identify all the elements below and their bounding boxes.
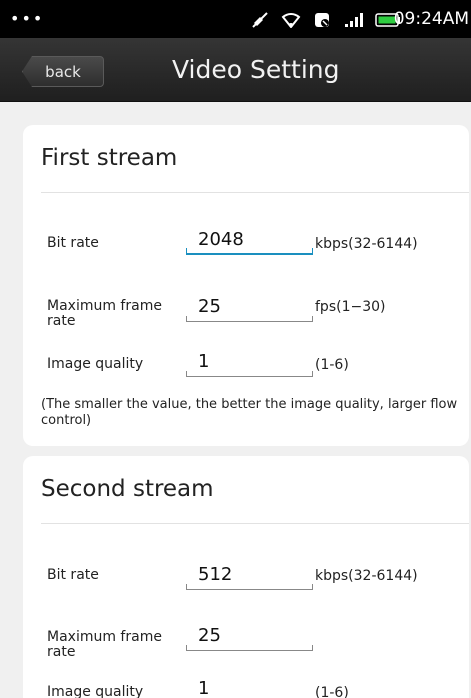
app-header: back Video Setting xyxy=(0,38,471,102)
field-value: 25 xyxy=(198,296,221,317)
status-icons xyxy=(251,10,401,30)
field-value: 1 xyxy=(198,351,210,372)
bit-rate-label: Bit rate xyxy=(47,235,99,251)
first-stream-card: First stream Bit rate 2048 kbps(32-6144)… xyxy=(23,125,469,446)
divider xyxy=(41,523,469,524)
first-frame-rate-input[interactable]: 25 xyxy=(186,296,313,322)
first-bit-rate-input[interactable]: 2048 xyxy=(186,229,313,255)
page-title: Video Setting xyxy=(172,55,340,84)
second-stream-title: Second stream xyxy=(41,476,214,502)
frame-rate-unit: fps(1−30) xyxy=(315,299,386,315)
second-stream-card: Second stream Bit rate 512 kbps(32-6144)… xyxy=(23,456,469,698)
mute-icon xyxy=(251,11,269,29)
first-stream-title: First stream xyxy=(41,145,178,171)
notification-dots: ••• xyxy=(10,9,45,28)
second-image-quality-input[interactable]: 1 xyxy=(186,678,313,698)
wifi-icon xyxy=(281,12,301,28)
image-quality-unit: (1-6) xyxy=(315,685,349,698)
status-time: 09:24AM xyxy=(393,9,469,29)
max-frame-rate-label: Maximum frame rate xyxy=(47,299,162,327)
max-frame-rate-label: Maximum frame rate xyxy=(47,630,162,658)
image-quality-unit: (1-6) xyxy=(315,357,349,373)
divider xyxy=(41,192,469,193)
field-value: 512 xyxy=(198,564,233,585)
bit-rate-unit: kbps(32-6144) xyxy=(315,236,418,252)
signal-icon xyxy=(343,12,363,28)
quality-note: (The smaller the value, the better the i… xyxy=(41,397,458,428)
status-bar: ••• 09:24AM xyxy=(0,0,471,38)
second-frame-rate-input[interactable]: 25 xyxy=(186,625,313,651)
field-value: 2048 xyxy=(198,229,244,250)
field-value: 1 xyxy=(198,678,210,698)
field-value: 25 xyxy=(198,625,221,646)
data-icon xyxy=(313,11,331,29)
bit-rate-unit: kbps(32-6144) xyxy=(315,568,418,584)
back-button[interactable]: back xyxy=(22,56,104,87)
bit-rate-label: Bit rate xyxy=(47,567,99,583)
second-bit-rate-input[interactable]: 512 xyxy=(186,564,313,590)
image-quality-label: Image quality xyxy=(47,684,144,698)
image-quality-label: Image quality xyxy=(47,356,144,372)
first-image-quality-input[interactable]: 1 xyxy=(186,351,313,377)
